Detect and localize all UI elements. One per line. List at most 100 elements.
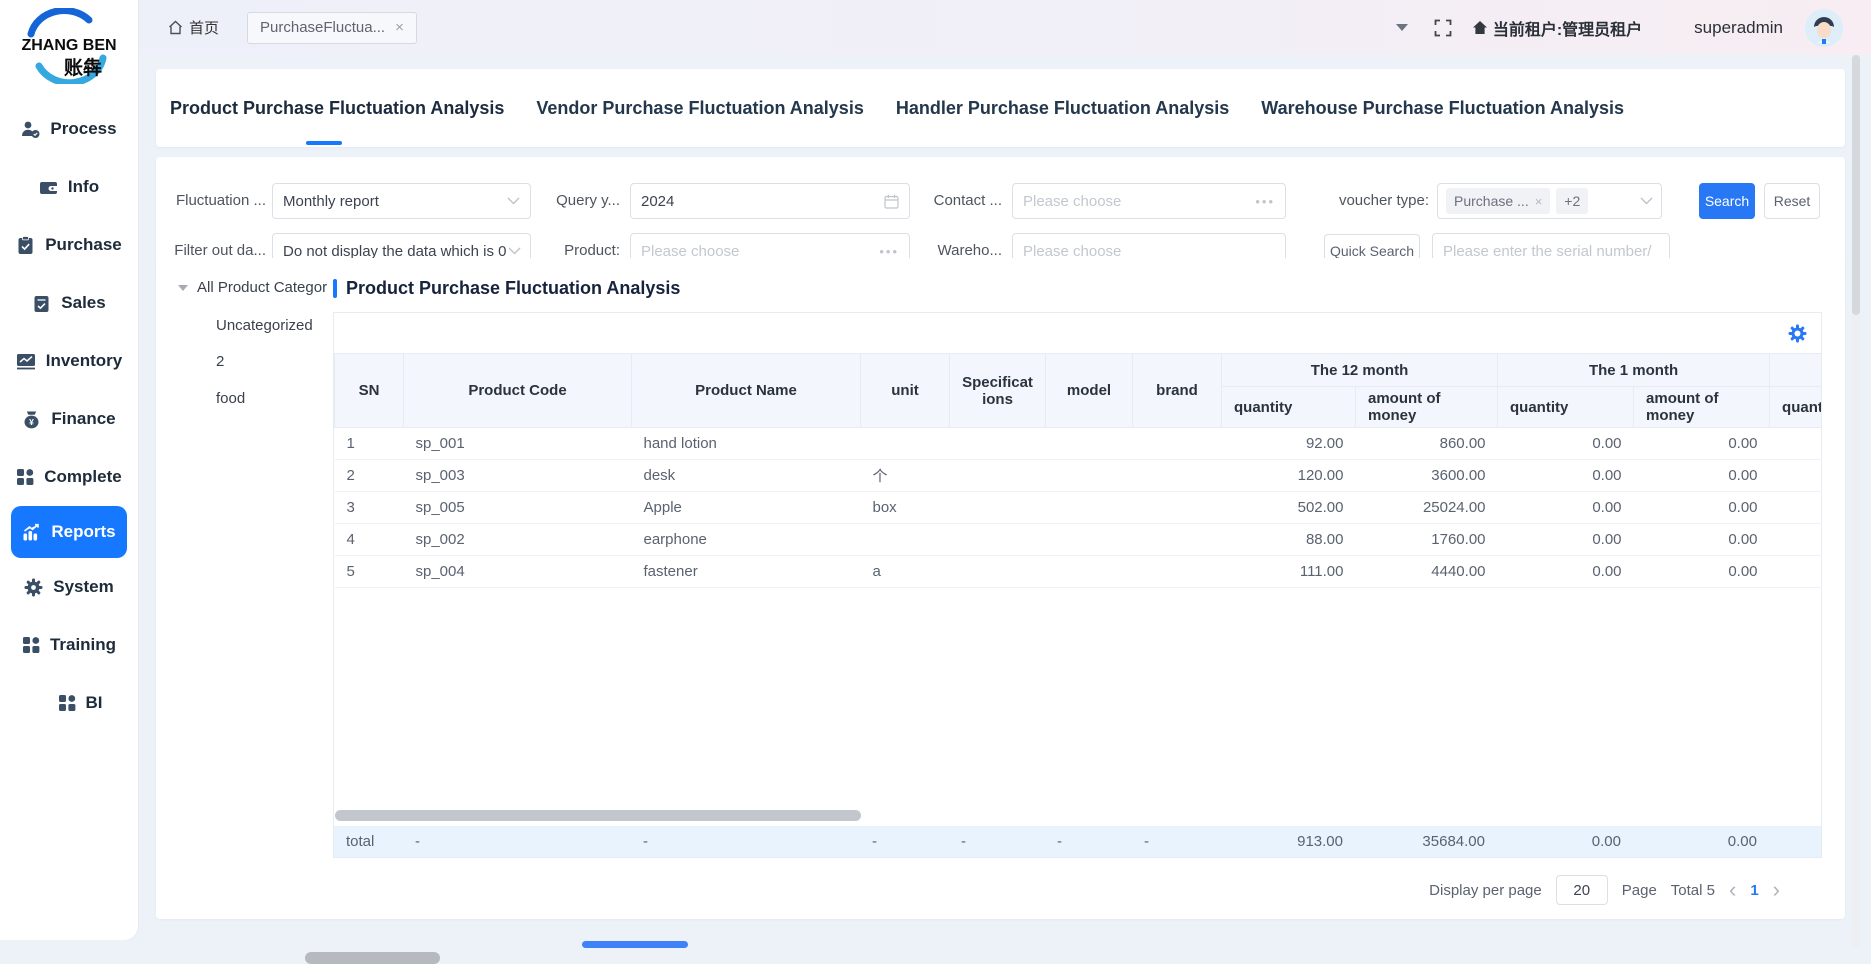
horizontal-scrollbar[interactable] [335, 810, 861, 821]
cell-unit [861, 428, 950, 460]
close-icon[interactable]: × [1535, 194, 1543, 209]
chevron-down-icon [507, 197, 520, 205]
sidebar-item-complete[interactable]: Complete [0, 448, 138, 506]
ellipsis-icon: ••• [879, 244, 899, 259]
tab-vendor-purchase-fluctuation[interactable]: Vendor Purchase Fluctuation Analysis [536, 98, 863, 119]
cell-sn: 1 [335, 428, 404, 460]
topbar: 首页 PurchaseFluctua... × 当前租户:管理员租户 super… [138, 0, 1871, 55]
sidebar: ZHANG BEN 账犇 Process Info [0, 0, 138, 940]
next-page-icon[interactable]: › [1773, 879, 1780, 901]
tab-product-purchase-fluctuation[interactable]: Product Purchase Fluctuation Analysis [170, 98, 504, 119]
sidebar-item-bi[interactable]: BI [0, 674, 138, 732]
cell-quantity-12m: 502.00 [1222, 492, 1356, 524]
cell-spec [950, 556, 1046, 588]
sidebar-item-purchase[interactable]: Purchase [0, 216, 138, 274]
total-amount-12m: 35684.00 [1355, 826, 1497, 857]
close-icon[interactable]: × [395, 19, 404, 36]
avatar-face-icon [1805, 9, 1843, 47]
username[interactable]: superadmin [1694, 18, 1783, 38]
sidebar-item-finance[interactable]: ¥ Finance [0, 390, 138, 448]
query-year-field[interactable]: 2024 [630, 183, 910, 219]
prev-page-icon[interactable]: ‹ [1729, 879, 1736, 901]
sidebar-item-process[interactable]: Process [0, 100, 138, 158]
page-size-select[interactable]: 20 [1556, 875, 1608, 905]
cell-quantity-12m: 111.00 [1222, 556, 1356, 588]
col-amount-1m: amount of money [1634, 387, 1770, 428]
tree-node-2[interactable]: 2 [216, 353, 224, 370]
cell-amount-1m: 0.00 [1634, 492, 1770, 524]
table-row[interactable]: 5 sp_004 fastener a 111.00 4440.00 0.00 … [335, 556, 1822, 588]
query-year-label: Query y... [548, 183, 620, 219]
page-horizontal-scrollbar-thumb[interactable] [305, 952, 440, 964]
data-table-panel: SN Product Code Product Name unit Specif… [333, 312, 1822, 858]
col-quantity-12m: quantity [1222, 387, 1356, 428]
warehouse-placeholder: Please choose [1023, 243, 1121, 260]
main-content: Product Purchase Fluctuation Analysis Ve… [138, 55, 1871, 948]
contact-select[interactable]: Please choose ••• [1012, 183, 1286, 219]
fullscreen-icon[interactable] [1434, 19, 1452, 37]
cell-sn: 5 [335, 556, 404, 588]
tree-node-uncategorized[interactable]: Uncategorized [216, 317, 313, 334]
total-quantity-12m: 913.00 [1221, 826, 1355, 857]
sidebar-item-info[interactable]: Info [0, 158, 138, 216]
sidebar-item-training[interactable]: Training [0, 616, 138, 674]
current-page[interactable]: 1 [1750, 882, 1758, 899]
cell-name: earphone [632, 524, 861, 556]
trend-box-icon [16, 352, 36, 371]
tree-node-all-product-categories[interactable]: All Product Categor [178, 279, 328, 296]
sidebar-item-sales[interactable]: Sales [0, 274, 138, 332]
contact-label: Contact ... [926, 183, 1002, 219]
col-unit: unit [861, 354, 950, 428]
topbar-tab-purchase-fluctuation[interactable]: PurchaseFluctua... × [247, 12, 417, 44]
table-row[interactable]: 2 sp_003 desk 个 120.00 3600.00 0.00 0.00 [335, 460, 1822, 492]
group-12-month: The 12 month [1222, 354, 1498, 387]
total-clipped [1769, 826, 1821, 857]
table-row[interactable]: 4 sp_002 earphone 88.00 1760.00 0.00 0.0… [335, 524, 1822, 556]
total-amount-1m: 0.00 [1633, 826, 1769, 857]
home-icon [168, 20, 183, 35]
cell-amount-1m: 0.00 [1634, 556, 1770, 588]
cell-clipped [1770, 492, 1822, 524]
caret-down-icon[interactable] [1396, 24, 1408, 31]
cell-brand [1133, 428, 1222, 460]
col-brand: brand [1133, 354, 1222, 428]
tab-handler-purchase-fluctuation[interactable]: Handler Purchase Fluctuation Analysis [896, 98, 1229, 119]
query-year-value: 2024 [641, 193, 674, 210]
bottom-scrollbar-thumb[interactable] [582, 941, 688, 948]
home-label: 首页 [189, 17, 219, 38]
fluctuation-select[interactable]: Monthly report [272, 183, 531, 219]
serial-number-input[interactable] [1443, 243, 1659, 260]
sidebar-item-inventory[interactable]: Inventory [0, 332, 138, 390]
table-row[interactable]: 3 sp_005 Apple box 502.00 25024.00 0.00 … [335, 492, 1822, 524]
vertical-scrollbar-thumb[interactable] [1852, 55, 1860, 315]
section-title: Product Purchase Fluctuation Analysis [333, 278, 680, 299]
sidebar-item-reports[interactable]: Reports [11, 506, 127, 558]
sidebar-item-system[interactable]: System [0, 558, 138, 616]
voucher-type-multiselect[interactable]: Purchase ... × +2 [1437, 183, 1662, 219]
settings-gear-icon[interactable] [1788, 324, 1807, 343]
sidebar-item-label: BI [86, 693, 103, 713]
cell-code: sp_005 [404, 492, 632, 524]
tab-warehouse-purchase-fluctuation[interactable]: Warehouse Purchase Fluctuation Analysis [1261, 98, 1624, 119]
total-quantity-1m: 0.00 [1497, 826, 1633, 857]
fluctuation-label: Fluctuation ... [174, 183, 266, 219]
cell-spec [950, 492, 1046, 524]
cell-quantity-1m: 0.00 [1498, 428, 1634, 460]
ellipsis-icon: ••• [1255, 194, 1275, 209]
caret-down-icon [178, 285, 188, 291]
cell-model [1046, 460, 1133, 492]
cell-sn: 2 [335, 460, 404, 492]
cell-model [1046, 428, 1133, 460]
breadcrumb-home[interactable]: 首页 [168, 17, 219, 38]
avatar[interactable] [1805, 9, 1843, 47]
cell-amount-1m: 0.00 [1634, 524, 1770, 556]
cell-model [1046, 524, 1133, 556]
search-button[interactable]: Search [1699, 183, 1755, 219]
money-bag-icon: ¥ [22, 410, 41, 429]
tree-node-food[interactable]: food [216, 390, 245, 407]
cell-code: sp_003 [404, 460, 632, 492]
reset-button[interactable]: Reset [1764, 183, 1820, 219]
total-dash: - [860, 826, 949, 857]
cell-brand [1133, 460, 1222, 492]
table-row[interactable]: 1 sp_001 hand lotion 92.00 860.00 0.00 0… [335, 428, 1822, 460]
